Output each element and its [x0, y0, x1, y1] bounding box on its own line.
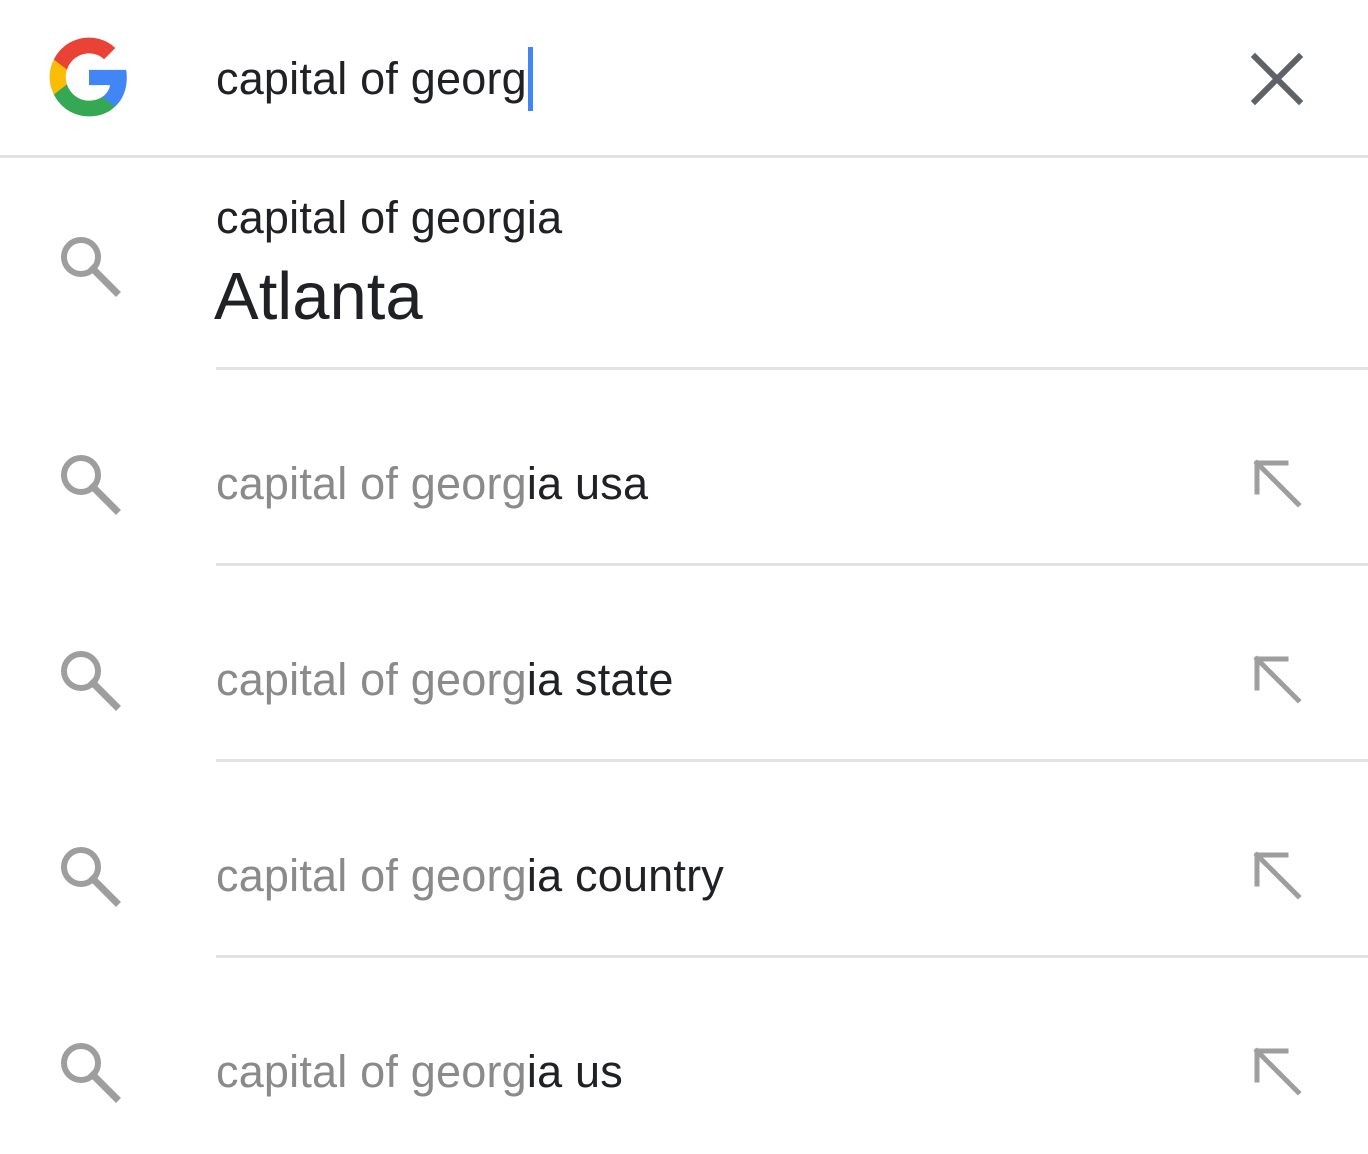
google-g-icon[interactable] [46, 34, 132, 120]
suggestion-item[interactable]: capital of georgia usa [0, 370, 1368, 566]
search-bar: capital of georg [0, 0, 1368, 158]
suggestion-list: capital of georgia Atlanta capital of ge… [0, 158, 1368, 1154]
suggestion-typed-part: capital of georg [216, 654, 527, 705]
answer-query: capital of georgia [216, 192, 563, 243]
close-icon[interactable] [1244, 46, 1310, 112]
suggestion-completion-part: ia us [526, 1046, 623, 1097]
suggestion-item[interactable]: capital of georgia country [0, 762, 1368, 958]
text-caret [527, 47, 533, 111]
arrow-up-left-icon[interactable] [1250, 652, 1306, 708]
search-input-text: capital of georg [216, 53, 527, 104]
search-icon [56, 1038, 122, 1104]
search-icon [56, 450, 122, 516]
search-icon [56, 646, 122, 712]
answer-suggestion[interactable]: capital of georgia Atlanta [0, 158, 1368, 370]
suggestion-text: capital of georgia state [216, 654, 674, 706]
answer-value: Atlanta [214, 259, 423, 334]
suggestion-text: capital of georgia country [216, 850, 724, 902]
suggestion-text: capital of georgia us [216, 1046, 623, 1098]
suggestion-typed-part: capital of georg [216, 1046, 527, 1097]
suggestion-text: capital of georgia usa [216, 458, 648, 510]
suggestion-item[interactable]: capital of georgia us [0, 958, 1368, 1154]
suggestion-completion-part: ia state [526, 654, 674, 705]
suggestion-completion-part: ia usa [526, 458, 649, 509]
search-input[interactable]: capital of georg [216, 47, 533, 111]
search-icon [56, 232, 122, 298]
arrow-up-left-icon[interactable] [1250, 1044, 1306, 1100]
suggestion-typed-part: capital of georg [216, 458, 527, 509]
arrow-up-left-icon[interactable] [1250, 848, 1306, 904]
suggestion-item[interactable]: capital of georgia state [0, 566, 1368, 762]
suggestion-typed-part: capital of georg [216, 850, 527, 901]
arrow-up-left-icon[interactable] [1250, 456, 1306, 512]
search-icon [56, 842, 122, 908]
suggestion-completion-part: ia country [526, 850, 725, 901]
